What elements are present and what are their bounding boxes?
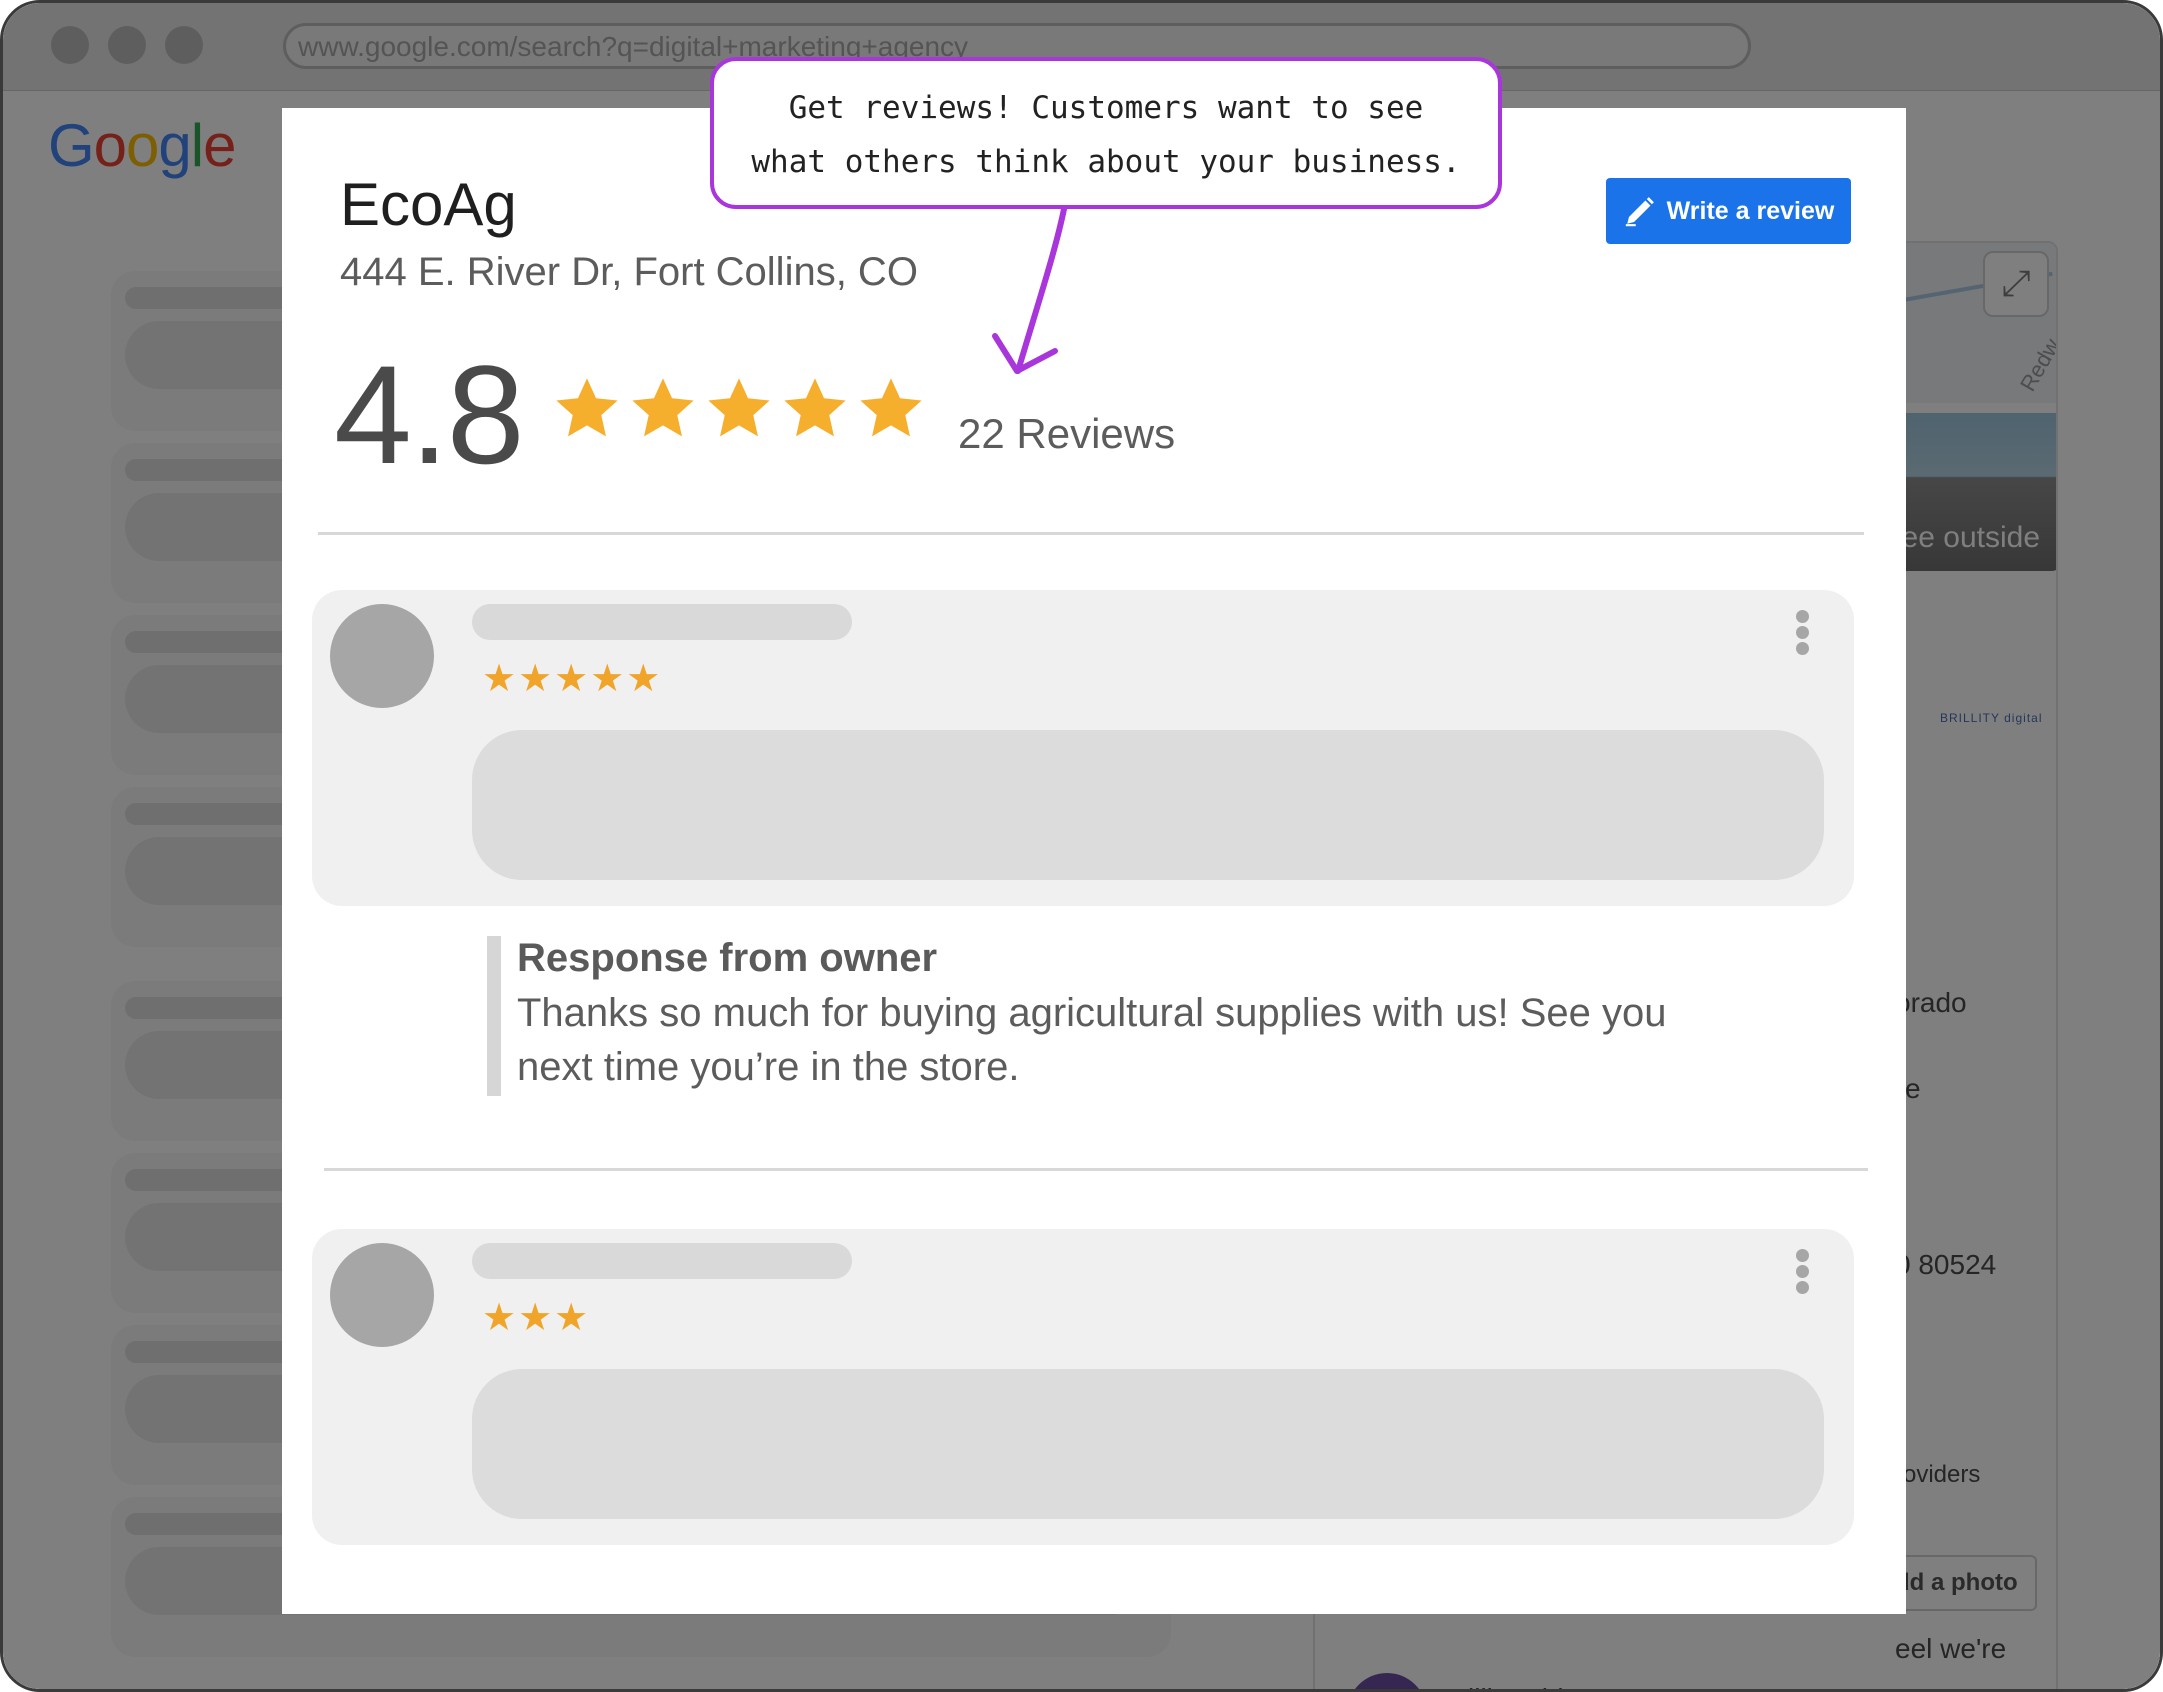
more-options-icon[interactable] bbox=[1796, 610, 1816, 658]
owner-response-text: Thanks so much for buying agricultural s… bbox=[517, 991, 1667, 1089]
review-card: ★★★ bbox=[312, 1229, 1854, 1545]
write-review-label: Write a review bbox=[1666, 196, 1835, 225]
review-text-placeholder bbox=[472, 1369, 1824, 1519]
business-address: 444 E. River Dr, Fort Collins, CO bbox=[340, 250, 918, 294]
business-name: EcoAg bbox=[340, 171, 517, 238]
rating-stars bbox=[552, 374, 932, 449]
review-stars: ★★★★★ bbox=[482, 656, 663, 700]
reviewer-name-placeholder bbox=[472, 1243, 852, 1279]
divider bbox=[324, 1168, 1868, 1171]
reviewer-name-placeholder bbox=[472, 604, 852, 640]
review-count[interactable]: 22 Reviews bbox=[958, 410, 1175, 458]
star-icon bbox=[632, 378, 694, 437]
review-stars: ★★★ bbox=[482, 1295, 591, 1339]
callout-annotation: Get reviews! Customers want to see what … bbox=[710, 57, 1502, 209]
callout-line-2: what others think about your business. bbox=[751, 144, 1461, 180]
reviewer-avatar-placeholder[interactable] bbox=[330, 1243, 434, 1347]
review-card: ★★★★★ bbox=[312, 590, 1854, 906]
more-options-icon[interactable] bbox=[1796, 1249, 1816, 1297]
quote-bar bbox=[487, 936, 501, 1096]
browser-window: www.google.com/search?q=digital+marketin… bbox=[0, 0, 2163, 1692]
review-text-placeholder bbox=[472, 730, 1824, 880]
reviewer-avatar-placeholder[interactable] bbox=[330, 604, 434, 708]
average-rating: 4.8 bbox=[334, 336, 525, 493]
owner-response-title: Response from owner bbox=[517, 936, 938, 980]
pencil-icon bbox=[1625, 197, 1654, 227]
star-icon bbox=[784, 378, 846, 437]
star-icon bbox=[556, 378, 618, 437]
callout-line-1: Get reviews! Customers want to see bbox=[788, 90, 1424, 126]
divider bbox=[318, 532, 1864, 535]
reviews-modal: EcoAg 444 E. River Dr, Fort Collins, CO … bbox=[282, 108, 1906, 1614]
star-icon bbox=[860, 378, 922, 437]
star-icon bbox=[708, 378, 770, 437]
write-review-button[interactable]: Write a review bbox=[1606, 178, 1851, 244]
